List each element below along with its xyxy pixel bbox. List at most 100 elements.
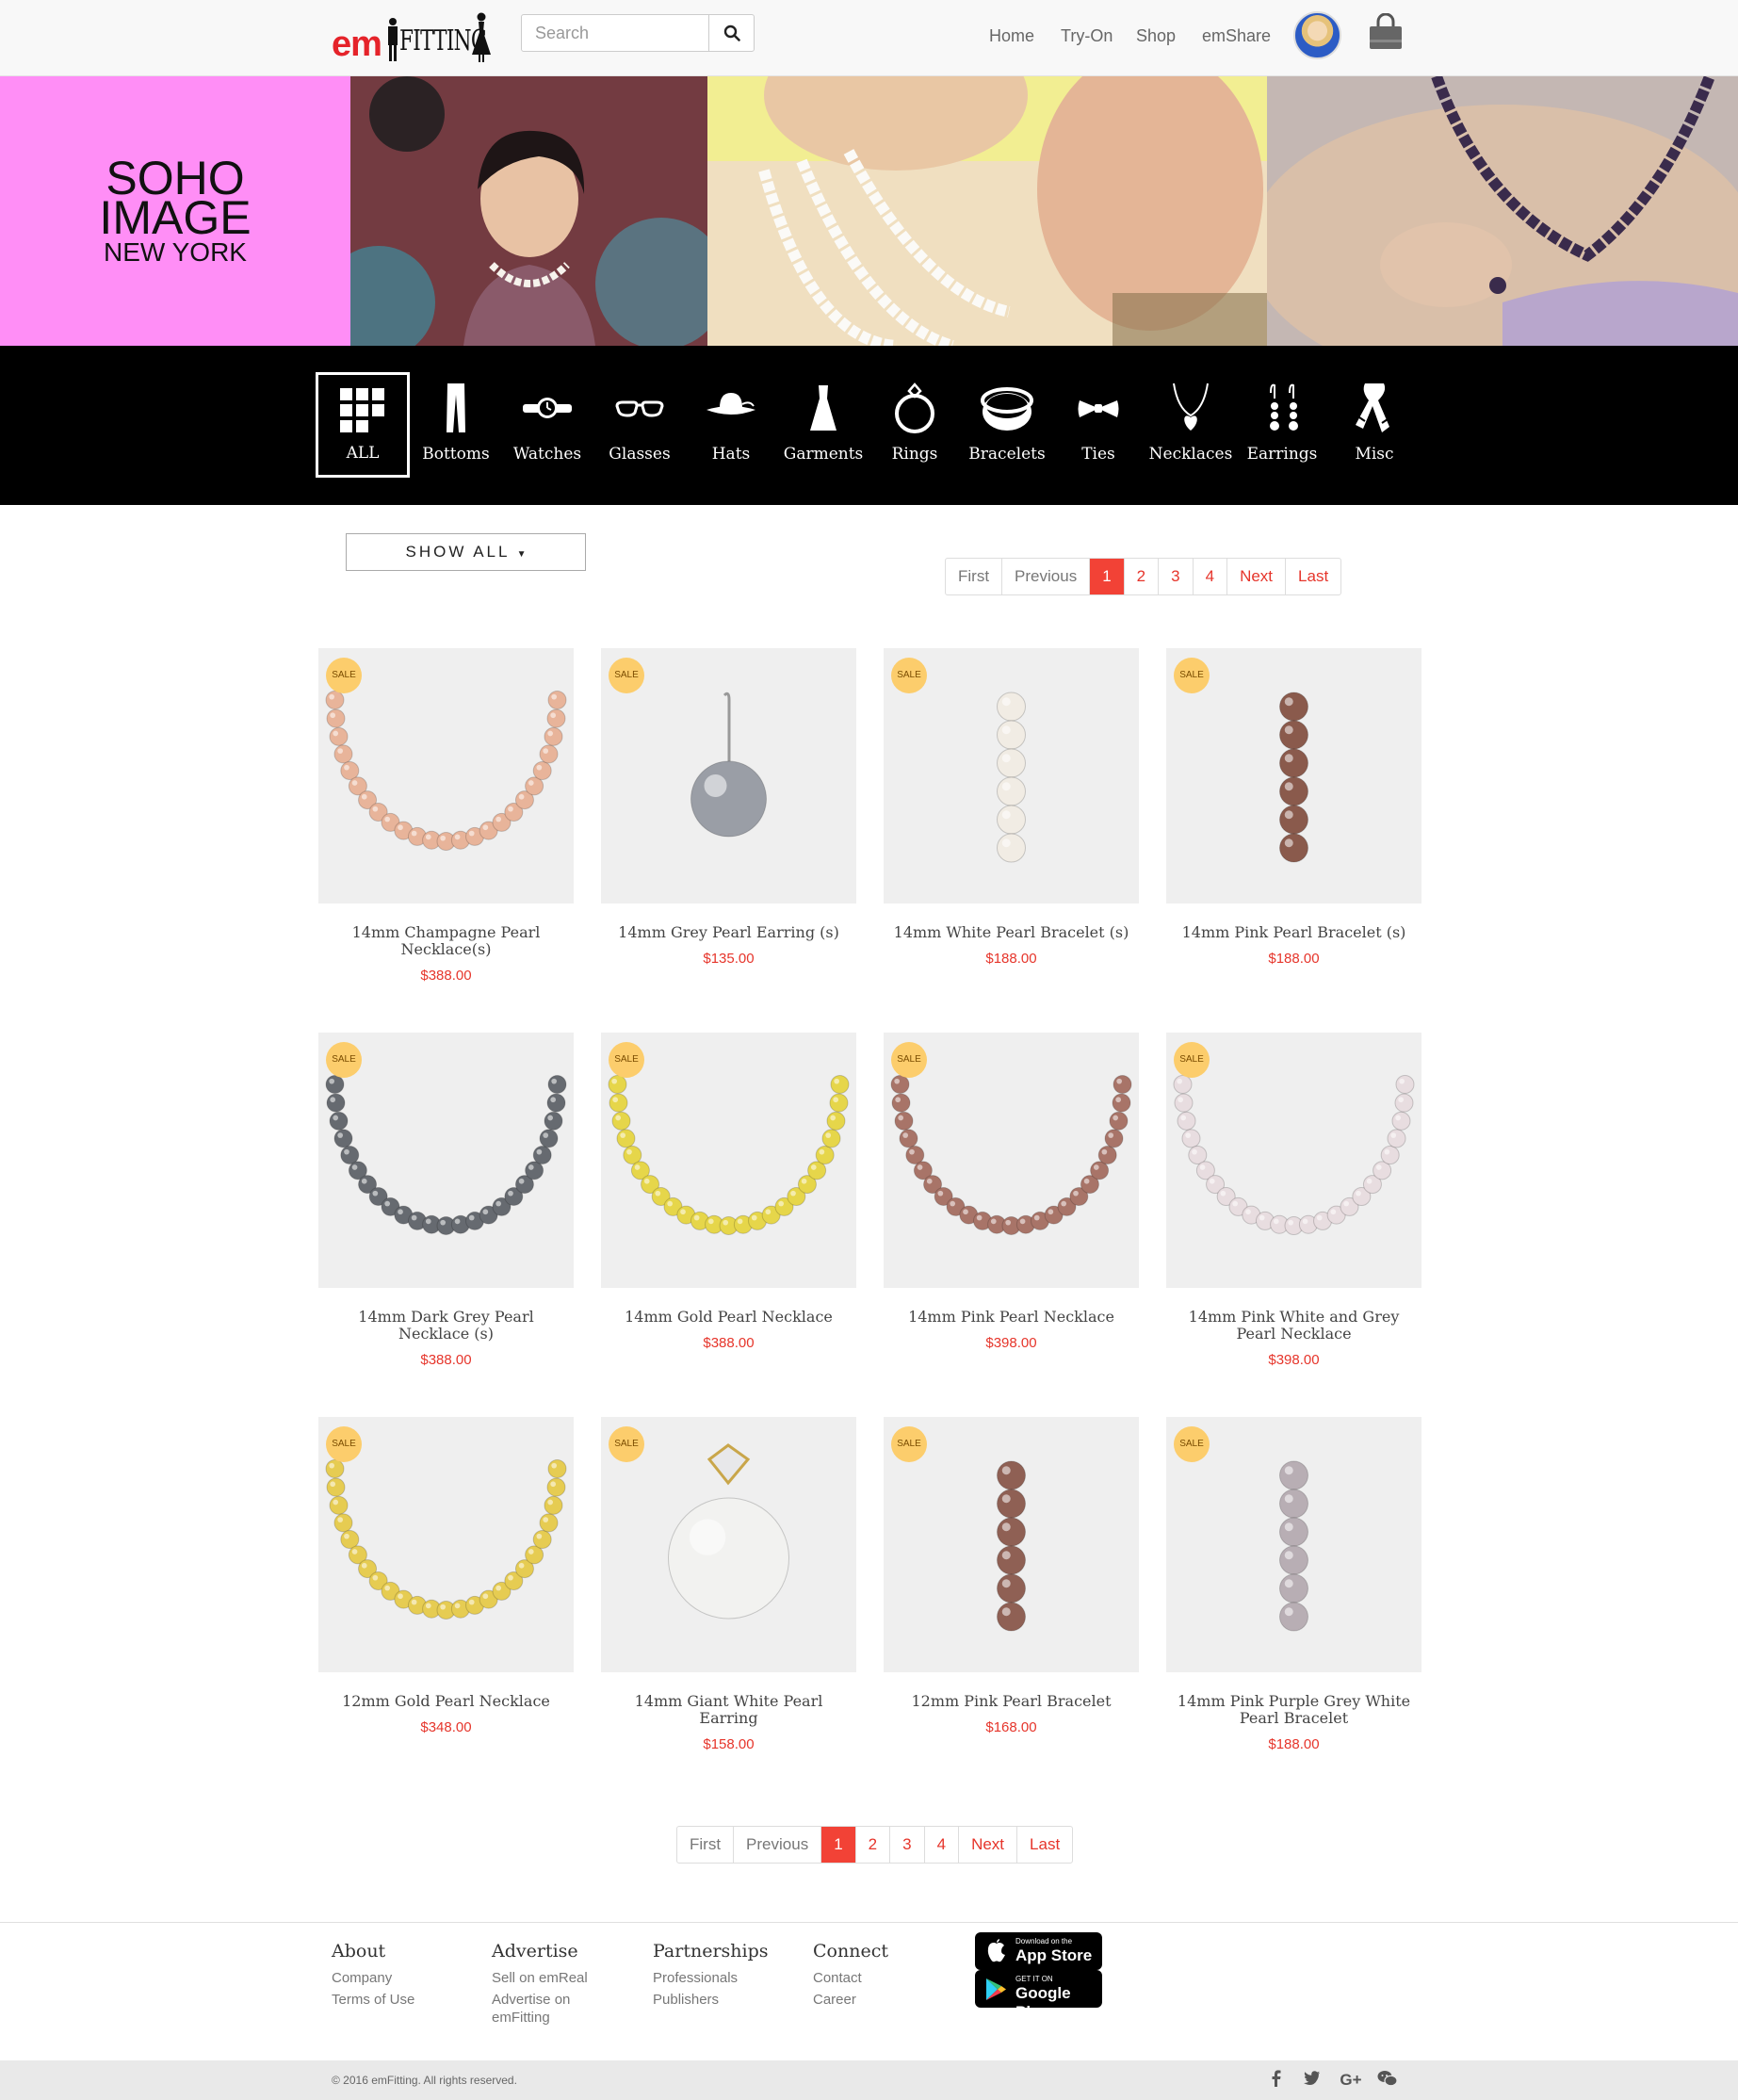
product-name[interactable]: 14mm Grey Pearl Earring (s) bbox=[601, 924, 856, 941]
pager-first[interactable]: First bbox=[946, 559, 1001, 594]
search-input[interactable] bbox=[521, 14, 709, 52]
pager-previous[interactable]: Previous bbox=[733, 1827, 820, 1863]
product-card[interactable]: SALE 14mm Champagne Pearl Necklace(s) $388… bbox=[318, 648, 574, 984]
product-name[interactable]: 14mm Pink Pearl Bracelet (s) bbox=[1166, 924, 1421, 941]
footer-link-professionals[interactable]: Professionals bbox=[653, 1969, 769, 1987]
pager-page-3[interactable]: 3 bbox=[889, 1827, 923, 1863]
category-hats[interactable]: Hats bbox=[684, 372, 778, 478]
product-image[interactable]: SALE bbox=[884, 648, 1139, 903]
pager-page-2[interactable]: 2 bbox=[854, 1827, 889, 1863]
pager-next[interactable]: Next bbox=[958, 1827, 1016, 1863]
product-card[interactable]: SALE 14mm Pink Pearl Bracelet (s) $188.00 bbox=[1166, 648, 1421, 967]
category-garments[interactable]: Garments bbox=[776, 372, 870, 478]
pager-page-4[interactable]: 4 bbox=[923, 1827, 958, 1863]
sale-badge: SALE bbox=[1174, 1426, 1210, 1462]
product-card[interactable]: SALE 14mm Giant White Pearl Earring $158.0… bbox=[601, 1417, 856, 1752]
product-card[interactable]: SALE 12mm Gold Pearl Necklace $348.00 bbox=[318, 1417, 574, 1735]
product-image[interactable]: SALE bbox=[884, 1033, 1139, 1288]
category-bracelets[interactable]: Bracelets bbox=[960, 372, 1054, 478]
product-card[interactable]: SALE 14mm Pink White and Grey Pearl Neckl… bbox=[1166, 1033, 1421, 1368]
footer-link-terms[interactable]: Terms of Use bbox=[332, 1991, 414, 2009]
footer-link-advertise[interactable]: Advertise on emFitting bbox=[492, 1991, 600, 2027]
pager-last[interactable]: Last bbox=[1016, 1827, 1072, 1863]
search-button[interactable] bbox=[708, 14, 755, 52]
footer-link-contact[interactable]: Contact bbox=[813, 1969, 888, 1987]
pager-page-4[interactable]: 4 bbox=[1192, 559, 1226, 594]
nav-try-on-link[interactable]: Try-On bbox=[1061, 26, 1113, 46]
scarf-icon bbox=[1356, 383, 1389, 432]
sale-badge: SALE bbox=[326, 1426, 362, 1462]
logo-em-text: em bbox=[332, 24, 382, 64]
category-label: Bottoms bbox=[422, 445, 490, 464]
category-misc[interactable]: Misc bbox=[1327, 372, 1421, 478]
footer-link-company[interactable]: Company bbox=[332, 1969, 414, 1987]
product-image[interactable]: SALE bbox=[884, 1417, 1139, 1672]
product-name[interactable]: 14mm Pink Purple Grey White Pearl Bracel… bbox=[1166, 1693, 1421, 1727]
product-image[interactable]: SALE bbox=[1166, 1033, 1421, 1288]
product-image[interactable]: SALE bbox=[318, 1033, 574, 1288]
category-glasses[interactable]: Glasses bbox=[593, 372, 687, 478]
show-all-dropdown[interactable]: SHOW ALL ▼ bbox=[346, 533, 586, 571]
banner-photo-pearl-strands bbox=[707, 76, 1267, 346]
pager-first[interactable]: First bbox=[677, 1827, 733, 1863]
product-name[interactable]: 14mm White Pearl Bracelet (s) bbox=[884, 924, 1139, 941]
product-price: $168.00 bbox=[985, 1719, 1037, 1735]
facebook-icon[interactable] bbox=[1265, 2070, 1288, 2091]
product-name[interactable]: 14mm Champagne Pearl Necklace(s) bbox=[318, 924, 574, 958]
category-ties[interactable]: Ties bbox=[1051, 372, 1145, 478]
category-label: Watches bbox=[512, 445, 582, 464]
category-bottoms[interactable]: Bottoms bbox=[409, 372, 503, 478]
product-image[interactable]: SALE bbox=[318, 1417, 574, 1672]
product-card[interactable]: SALE 14mm Pink Pearl Necklace $398.00 bbox=[884, 1033, 1139, 1351]
pager-previous[interactable]: Previous bbox=[1001, 559, 1089, 594]
category-all[interactable]: ALL bbox=[316, 372, 410, 478]
product-image[interactable]: SALE bbox=[1166, 648, 1421, 903]
product-image[interactable]: SALE bbox=[601, 1417, 856, 1672]
category-necklaces[interactable]: Necklaces bbox=[1144, 372, 1238, 478]
nav-emshare-link[interactable]: emShare bbox=[1202, 26, 1271, 46]
product-name[interactable]: 14mm Pink Pearl Necklace bbox=[884, 1309, 1139, 1326]
google-plus-icon[interactable]: G+ bbox=[1338, 2070, 1364, 2091]
pager-page-2[interactable]: 2 bbox=[1123, 559, 1158, 594]
product-card[interactable]: SALE 14mm Grey Pearl Earring (s) $135.00 bbox=[601, 648, 856, 967]
product-name[interactable]: 14mm Giant White Pearl Earring bbox=[601, 1693, 856, 1727]
google-play-badge[interactable]: GET IT ON Google Play bbox=[975, 1970, 1102, 2021]
nav-home-link[interactable]: Home bbox=[989, 26, 1034, 46]
product-card[interactable]: SALE 12mm Pink Pearl Bracelet $168.00 bbox=[884, 1417, 1139, 1735]
category-earrings[interactable]: Earrings bbox=[1235, 372, 1329, 478]
product-name[interactable]: 14mm Gold Pearl Necklace bbox=[601, 1309, 856, 1326]
nav-shop-link[interactable]: Shop bbox=[1136, 26, 1176, 46]
product-card[interactable]: SALE 14mm White Pearl Bracelet (s) $188.00 bbox=[884, 648, 1139, 967]
pager-page-3[interactable]: 3 bbox=[1158, 559, 1192, 594]
product-name[interactable]: 12mm Pink Pearl Bracelet bbox=[884, 1693, 1139, 1710]
category-rings[interactable]: Rings bbox=[868, 372, 962, 478]
product-name[interactable]: 14mm Dark Grey Pearl Necklace (s) bbox=[318, 1309, 574, 1343]
emfitting-logo[interactable]: em FITTING bbox=[332, 11, 492, 64]
product-name[interactable]: 12mm Gold Pearl Necklace bbox=[318, 1693, 574, 1710]
pager-last[interactable]: Last bbox=[1285, 559, 1340, 594]
google-play-small-text: GET IT ON bbox=[1015, 1975, 1053, 1983]
product-name[interactable]: 14mm Pink White and Grey Pearl Necklace bbox=[1166, 1309, 1421, 1343]
footer-link-career[interactable]: Career bbox=[813, 1991, 888, 2009]
twitter-icon[interactable] bbox=[1301, 2070, 1324, 2091]
shopping-bag-icon[interactable] bbox=[1366, 13, 1405, 53]
wechat-icon[interactable] bbox=[1376, 2070, 1399, 2091]
footer-link-publishers[interactable]: Publishers bbox=[653, 1991, 769, 2009]
footer-advertise-column: Advertise Sell on emReal Advertise on em… bbox=[492, 1941, 600, 2027]
product-image[interactable]: SALE bbox=[1166, 1417, 1421, 1672]
pager-page-1[interactable]: 1 bbox=[820, 1827, 855, 1863]
footer-heading: Partnerships bbox=[653, 1941, 769, 1962]
google-play-big-text: Google Play bbox=[1015, 1984, 1071, 2021]
pager-next[interactable]: Next bbox=[1226, 559, 1285, 594]
user-avatar[interactable] bbox=[1293, 11, 1341, 59]
product-card[interactable]: SALE 14mm Gold Pearl Necklace $388.00 bbox=[601, 1033, 856, 1351]
product-image[interactable]: SALE bbox=[601, 648, 856, 903]
product-image[interactable]: SALE bbox=[601, 1033, 856, 1288]
pager-page-1[interactable]: 1 bbox=[1089, 559, 1124, 594]
app-store-badge[interactable]: Download on the App Store bbox=[975, 1932, 1102, 1970]
footer-link-sell[interactable]: Sell on emReal bbox=[492, 1969, 600, 1987]
category-watches[interactable]: Watches bbox=[500, 372, 594, 478]
product-image[interactable]: SALE bbox=[318, 648, 574, 903]
product-card[interactable]: SALE 14mm Pink Purple Grey White Pearl Br… bbox=[1166, 1417, 1421, 1752]
product-card[interactable]: SALE 14mm Dark Grey Pearl Necklace (s) $38… bbox=[318, 1033, 574, 1368]
